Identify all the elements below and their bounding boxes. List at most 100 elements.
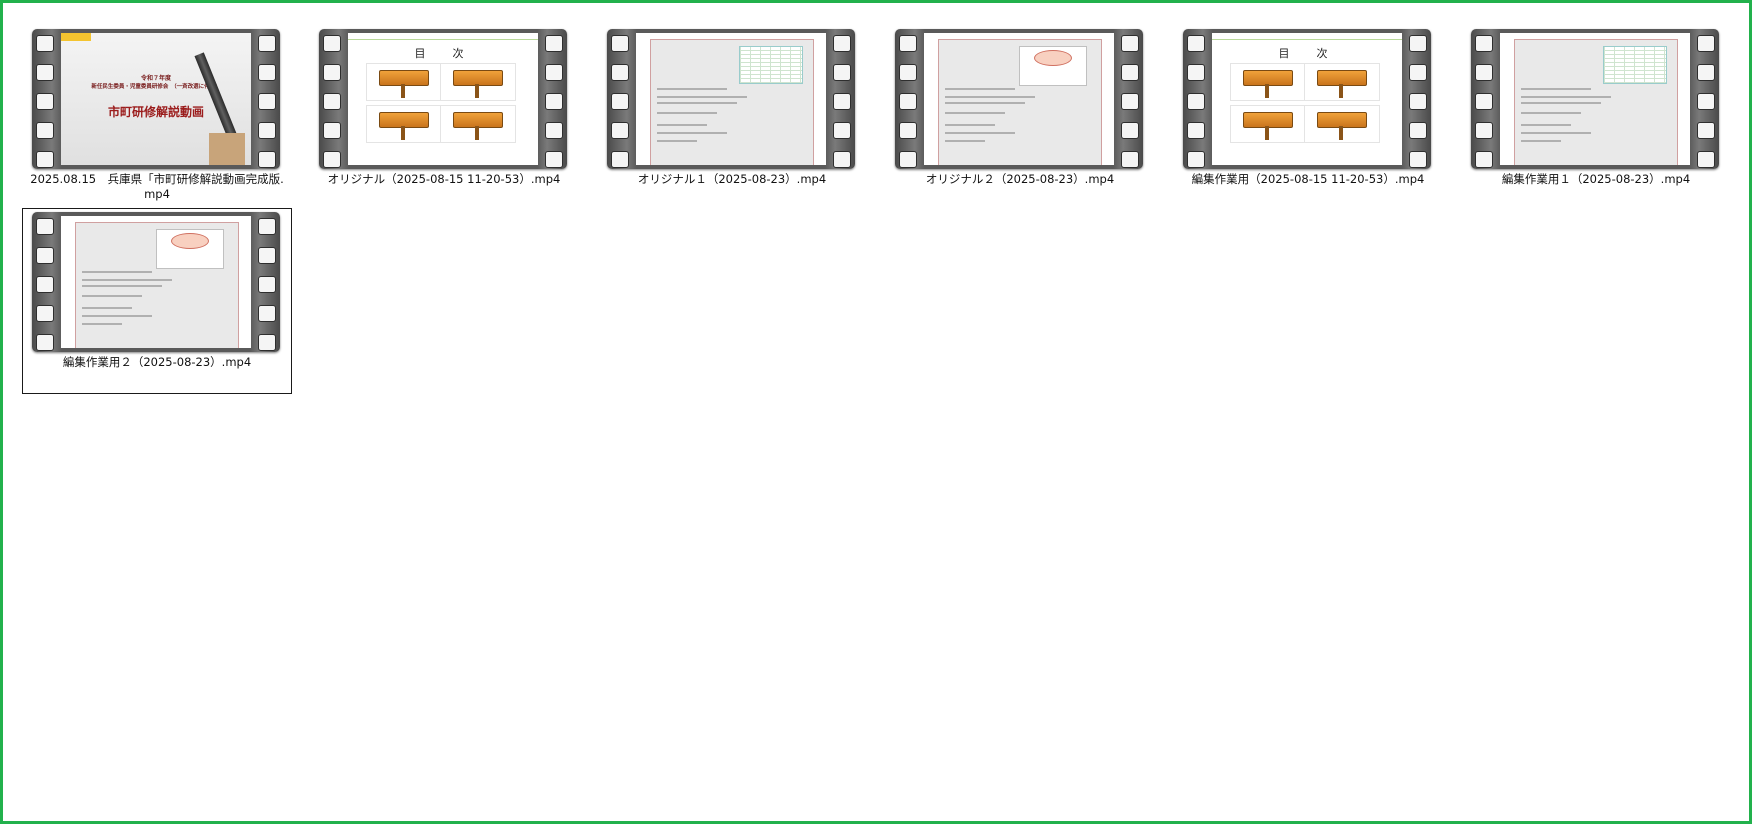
film-hole [1475,64,1493,81]
film-hole [36,218,54,235]
film-strip-holes [258,218,276,351]
toc-title: 目 次 [414,47,472,60]
file-item[interactable]: 編集作業用１（2025-08-23）.mp4 [1461,25,1731,211]
video-thumbnail[interactable]: 目 次 [1183,29,1431,169]
film-hole [611,64,629,81]
file-name[interactable]: 編集作業用２（2025-08-23）.mp4 [27,355,287,370]
film-strip-holes [545,35,563,168]
document-text-line [657,124,707,126]
film-hole [258,334,276,351]
document-text-line [1521,140,1561,142]
document-page [75,222,239,348]
file-explorer-window: 令和７年度 新任民生委員・児童委員研修会 （一斉改選に伴う） 市町研修解説動画 202… [0,0,1752,824]
film-hole [545,64,563,81]
film-hole [1475,35,1493,52]
document-text-line [945,132,1015,134]
film-hole [611,122,629,139]
film-hole [545,35,563,52]
thumbnail-frame [924,33,1114,165]
film-hole [1409,122,1427,139]
toc-signboard [1304,63,1380,101]
film-hole [833,35,851,52]
film-hole [899,64,917,81]
file-name[interactable]: オリジナル１（2025-08-23）.mp4 [602,172,862,187]
thumbnail-frame [636,33,826,165]
thumb-title-line1: 令和７年度 [140,75,171,82]
signboard-post [1339,126,1343,140]
film-hole [36,93,54,110]
video-thumbnail[interactable]: 目 次 [319,29,567,169]
film-hole [258,151,276,168]
film-hole [36,151,54,168]
film-strip-holes [899,35,917,168]
film-strip-holes [36,35,54,168]
film-hole [899,151,917,168]
document-text-line [945,124,995,126]
document-text-line [945,96,1035,98]
film-hole [611,35,629,52]
toc-signboard [440,63,516,101]
film-strip-holes [1697,35,1715,168]
film-hole [323,35,341,52]
file-item[interactable]: オリジナル１（2025-08-23）.mp4 [597,25,867,211]
file-item[interactable]: 令和７年度 新任民生委員・児童委員研修会 （一斉改選に伴う） 市町研修解説動画 202… [22,25,292,211]
film-hole [1475,151,1493,168]
film-hole [36,35,54,52]
film-hole [899,93,917,110]
thumbnail-frame: 目 次 [348,33,538,165]
document-text-line [657,140,697,142]
thumbnail-frame [1500,33,1690,165]
film-hole [545,151,563,168]
film-hole [258,247,276,264]
file-item[interactable]: 編集作業用２（2025-08-23）.mp4 [22,208,292,394]
document-page [1514,39,1678,165]
document-text-line [1521,88,1591,90]
document-text-line [82,307,132,309]
signboard-post [475,84,479,98]
video-thumbnail[interactable] [607,29,855,169]
document-text-line [82,323,122,325]
file-name[interactable]: オリジナル２（2025-08-23）.mp4 [890,172,1150,187]
pencil-image [194,52,238,140]
file-name[interactable]: 編集作業用１（2025-08-23）.mp4 [1466,172,1726,187]
file-name[interactable]: オリジナル（2025-08-15 11-20-53）.mp4 [314,172,574,187]
film-hole [833,64,851,81]
file-name[interactable]: 編集作業用（2025-08-15 11-20-53）.mp4 [1178,172,1438,187]
signboard-post [1265,126,1269,140]
document-callout [156,229,224,269]
film-hole [36,334,54,351]
document-text-line [657,96,747,98]
film-hole [258,93,276,110]
file-item[interactable]: 目 次編集作業用（2025-08-15 11-20-53）.mp4 [1173,25,1443,211]
video-thumbnail[interactable] [32,212,280,352]
document-callout [1019,46,1087,86]
file-item[interactable]: 目 次オリジナル（2025-08-15 11-20-53）.mp4 [309,25,579,211]
film-hole [36,122,54,139]
film-hole [1475,122,1493,139]
toc-title: 目 次 [1278,47,1336,60]
video-thumbnail[interactable] [895,29,1143,169]
film-hole [1121,35,1139,52]
toc-signboard [366,105,442,143]
film-strip-holes [611,35,629,168]
film-hole [1697,122,1715,139]
video-thumbnail[interactable]: 令和７年度 新任民生委員・児童委員研修会 （一斉改選に伴う） 市町研修解説動画 [32,29,280,169]
file-name[interactable]: 2025.08.15 兵庫県「市町研修解説動画完成版.mp4 [27,172,287,202]
film-hole [833,151,851,168]
toc-signboard [440,105,516,143]
callout-oval [1034,50,1072,66]
film-hole [1187,64,1205,81]
file-item[interactable]: オリジナル２（2025-08-23）.mp4 [885,25,1155,211]
video-thumbnail[interactable] [1471,29,1719,169]
document-text-line [82,295,142,297]
thumbnail-frame: 目 次 [1212,33,1402,165]
signboard-post [475,126,479,140]
title-accent-bar [61,33,91,41]
thumbnail-frame: 令和７年度 新任民生委員・児童委員研修会 （一斉改選に伴う） 市町研修解説動画 [61,33,251,165]
toc-signboard [366,63,442,101]
thumbnail-frame [61,216,251,348]
film-hole [1697,93,1715,110]
film-strip-holes [1121,35,1139,168]
film-hole [258,276,276,293]
film-hole [1187,35,1205,52]
